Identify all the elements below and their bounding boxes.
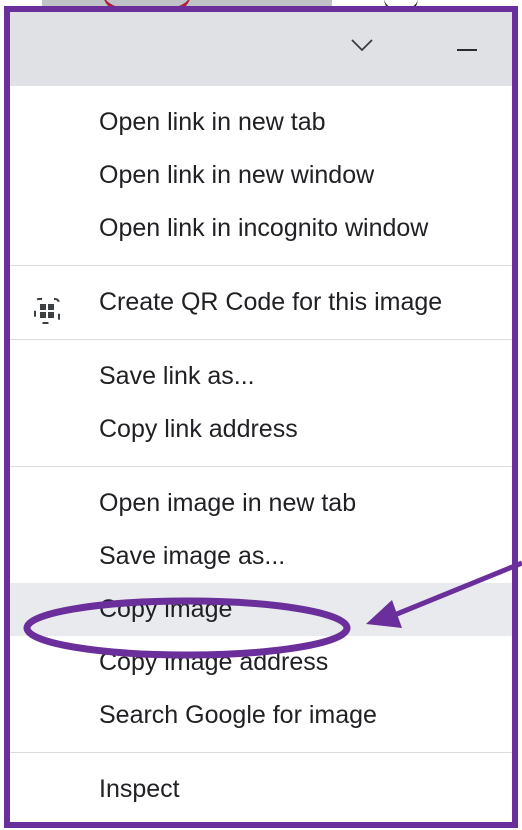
context-menu: Open link in new tab Open link in new wi… <box>10 86 512 822</box>
menu-group-open-link: Open link in new tab Open link in new wi… <box>10 86 512 265</box>
menu-item-open-link-incognito[interactable]: Open link in incognito window <box>10 202 512 255</box>
menu-group-image: Open image in new tab Save image as... C… <box>10 467 512 752</box>
qr-code-icon <box>34 290 60 324</box>
menu-item-create-qr-code[interactable]: Create QR Code for this image <box>10 276 512 329</box>
menu-item-open-link-new-window[interactable]: Open link in new window <box>10 149 512 202</box>
menu-item-label: Create QR Code for this image <box>99 288 443 316</box>
menu-item-open-link-new-tab[interactable]: Open link in new tab <box>10 96 512 149</box>
menu-item-inspect[interactable]: Inspect <box>10 763 512 816</box>
chevron-down-icon[interactable] <box>350 38 374 57</box>
menu-item-copy-image[interactable]: Copy image <box>10 583 512 636</box>
menu-item-save-link-as[interactable]: Save link as... <box>10 350 512 403</box>
screenshot-stage: Open link in new tab Open link in new wi… <box>0 0 522 830</box>
menu-item-copy-link-address[interactable]: Copy link address <box>10 403 512 456</box>
menu-item-open-image-new-tab[interactable]: Open image in new tab <box>10 477 512 530</box>
menu-group-qr: Create QR Code for this image <box>10 266 512 339</box>
highlight-frame: Open link in new tab Open link in new wi… <box>4 6 518 828</box>
menu-item-search-google-for-image[interactable]: Search Google for image <box>10 689 512 742</box>
window-titlebar <box>10 12 512 86</box>
menu-item-copy-image-address[interactable]: Copy image address <box>10 636 512 689</box>
menu-item-save-image-as[interactable]: Save image as... <box>10 530 512 583</box>
minimize-icon[interactable] <box>457 49 477 51</box>
menu-group-dev: Inspect <box>10 753 512 822</box>
menu-group-link: Save link as... Copy link address <box>10 340 512 466</box>
